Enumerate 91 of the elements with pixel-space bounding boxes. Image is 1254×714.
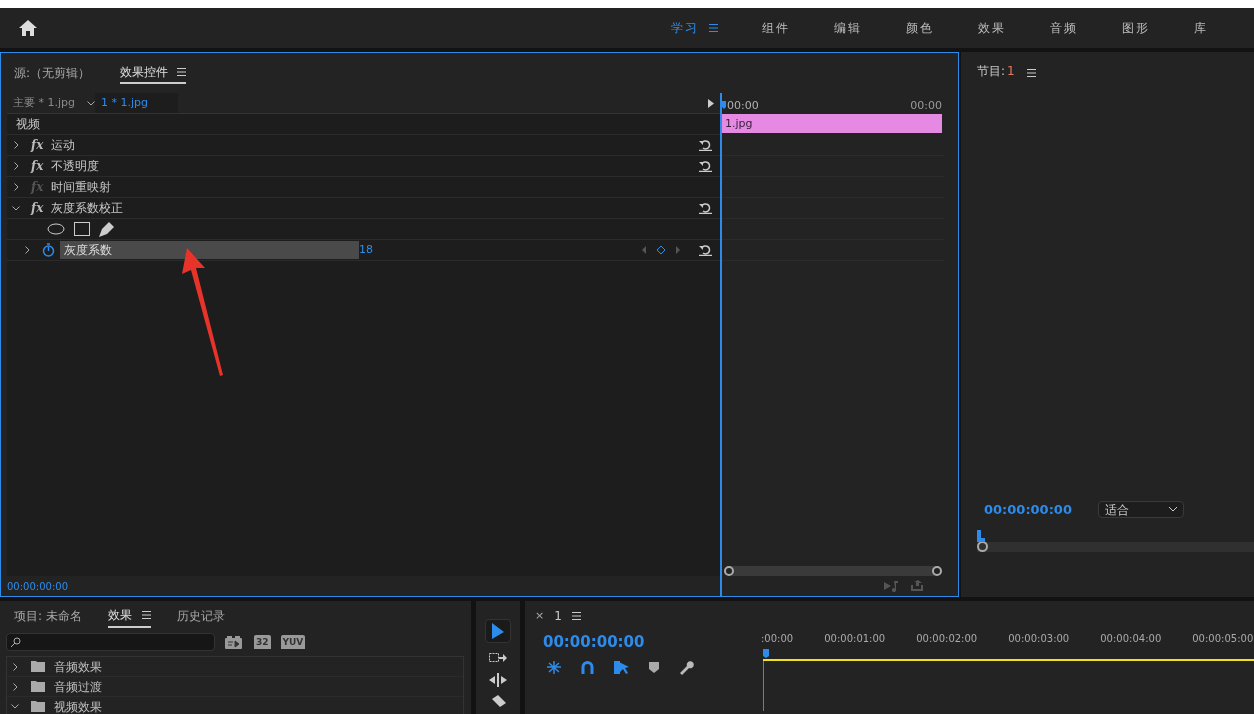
parameter-value[interactable]: 18	[359, 241, 373, 259]
chevron-icon[interactable]	[12, 682, 18, 691]
parameter-name[interactable]: 灰度系数	[60, 241, 359, 259]
effect-name: 灰度系数校正	[51, 200, 124, 217]
pointer-icon	[492, 623, 504, 639]
chevron-icon[interactable]	[11, 704, 19, 709]
ripple-edit-icon[interactable]	[489, 673, 507, 687]
folder-icon	[31, 661, 45, 672]
filter-badge[interactable]: YUV	[280, 635, 306, 649]
chevron-icon[interactable]	[13, 141, 19, 149]
reset-icon[interactable]	[699, 244, 712, 256]
workspace-tab[interactable]: 图形	[1122, 19, 1150, 37]
play-icon[interactable]	[708, 98, 714, 108]
playhead-icon[interactable]	[977, 529, 985, 542]
chevron-icon[interactable]	[87, 100, 95, 106]
chevron-icon[interactable]	[13, 162, 19, 170]
track-select-icon[interactable]	[489, 651, 507, 665]
magnet-icon[interactable]	[581, 660, 594, 674]
workspace-tab[interactable]: 库	[1194, 19, 1208, 37]
search-field[interactable]	[6, 633, 215, 651]
menu-icon[interactable]	[1026, 69, 1036, 77]
fx-toggle[interactable]: fx	[31, 199, 44, 217]
section-label: 视频	[15, 116, 40, 133]
timecode: 00:00:00:00	[984, 501, 1072, 519]
folder-label[interactable]: 音频效果	[54, 657, 102, 676]
zoom-dropdown[interactable]: 适合	[1097, 501, 1184, 519]
close-button[interactable]: ×	[535, 607, 545, 625]
filter-badge[interactable]: 32	[254, 635, 271, 649]
timecode: 00:00:00:00	[7, 579, 68, 594]
selection-tool[interactable]	[485, 619, 511, 643]
sequence-tab[interactable]: 1	[554, 607, 562, 625]
folder-icon	[31, 681, 45, 692]
chevron-icon[interactable]	[12, 662, 18, 671]
rectangle-mask-icon[interactable]	[74, 222, 90, 236]
workspace-tab[interactable]: 效果	[978, 19, 1006, 37]
effect-name: 时间重映射	[51, 179, 112, 196]
workspace-tab[interactable]: 音频	[1050, 19, 1078, 37]
ruler-label: 00:00:04:00	[1100, 632, 1162, 646]
linked-selection-icon[interactable]	[614, 660, 629, 674]
effect-name: 不透明度	[51, 158, 100, 175]
panel-tab[interactable]: 历史记录	[176, 607, 225, 625]
playhead-icon[interactable]	[763, 649, 769, 658]
panel-title: 节目:	[977, 63, 1006, 80]
reset-icon[interactable]	[699, 139, 712, 151]
ellipse-mask-icon[interactable]	[47, 223, 65, 235]
timecode: 00:00:00:00	[543, 632, 646, 653]
ruler-label: 00:00	[910, 97, 942, 114]
clip-tab[interactable]: 主要 * 1.jpg	[7, 93, 81, 113]
scrub-bar[interactable]	[977, 541, 1254, 552]
ruler-label: 00:00:02:00	[916, 632, 978, 646]
sequence-name: 1	[1007, 63, 1015, 80]
clip-bar[interactable]: 1.jpg	[722, 114, 942, 133]
ruler-label: 00:00	[727, 97, 759, 114]
chevron-icon[interactable]	[12, 205, 20, 211]
nest-icon[interactable]	[547, 660, 561, 674]
ruler-label: 00:00:05:00	[1192, 632, 1254, 646]
menu-icon[interactable]	[141, 611, 151, 619]
panel-tab[interactable]: 效果控件	[120, 63, 169, 81]
workspace-tab[interactable]: 组件	[762, 19, 790, 37]
panel-tab[interactable]: 效果	[107, 606, 132, 624]
chevron-icon[interactable]	[25, 246, 30, 254]
pen-icon[interactable]	[99, 221, 114, 237]
fx-toggle[interactable]: fx	[31, 136, 44, 154]
panel-tab[interactable]: 源:（无剪辑）	[14, 64, 91, 82]
workspace-tab[interactable]: 学习	[671, 19, 699, 37]
ruler-label: 00:00:01:00	[824, 632, 886, 646]
zoom-scrollbar[interactable]	[724, 566, 942, 576]
keyframe-navigator-icon[interactable]	[641, 245, 681, 255]
menu-icon[interactable]	[571, 612, 581, 620]
ruler-label: 00:00:03:00	[1008, 632, 1070, 646]
clip-tab[interactable]: 1 * 1.jpg	[95, 93, 179, 113]
menu-icon[interactable]	[177, 68, 187, 76]
chevron-icon	[1168, 507, 1177, 513]
home-icon[interactable]	[19, 20, 37, 36]
effect-name: 运动	[51, 137, 76, 154]
panel-tab[interactable]: 项目: 未命名	[14, 607, 82, 625]
ruler-label: :00:00	[761, 632, 794, 646]
reset-icon[interactable]	[699, 202, 712, 214]
workspace-tab[interactable]: 颜色	[906, 19, 934, 37]
accelerated-effects-icon[interactable]	[225, 635, 242, 649]
folder-icon	[31, 701, 45, 712]
fx-toggle[interactable]: fx	[31, 157, 44, 175]
reset-icon[interactable]	[699, 160, 712, 172]
folder-label[interactable]: 视频效果	[54, 697, 102, 714]
chevron-icon[interactable]	[13, 183, 19, 191]
stopwatch-icon[interactable]	[42, 243, 55, 257]
marker-icon[interactable]	[649, 661, 659, 673]
workspace-tab[interactable]: 编辑	[834, 19, 862, 37]
search-icon	[10, 636, 21, 648]
folder-label[interactable]: 音频过渡	[54, 677, 102, 696]
menu-icon[interactable]	[709, 24, 718, 32]
